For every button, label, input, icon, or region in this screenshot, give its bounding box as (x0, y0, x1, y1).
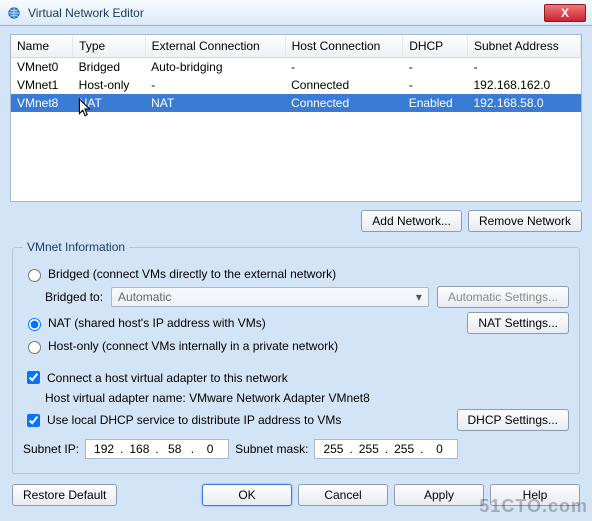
cancel-button[interactable]: Cancel (298, 484, 388, 506)
automatic-settings-button: Automatic Settings... (437, 286, 569, 308)
bridged-radio[interactable] (28, 269, 41, 282)
dhcp-settings-button[interactable]: DHCP Settings... (457, 409, 569, 431)
use-dhcp-checkbox[interactable] (27, 414, 40, 427)
close-button[interactable]: X (544, 4, 586, 22)
window-title: Virtual Network Editor (28, 6, 544, 20)
table-row[interactable]: VMnet1 Host-only - Connected - 192.168.1… (11, 76, 581, 94)
nat-label: NAT (shared host's IP address with VMs) (48, 316, 266, 330)
apply-button[interactable]: Apply (394, 484, 484, 506)
help-button[interactable]: Help (490, 484, 580, 506)
ok-button[interactable]: OK (202, 484, 292, 506)
title-bar: Virtual Network Editor X (0, 0, 592, 26)
col-dhcp[interactable]: DHCP (403, 35, 468, 58)
subnet-mask-field[interactable]: 255. 255. 255. 0 (314, 439, 458, 459)
col-type[interactable]: Type (73, 35, 145, 58)
host-adapter-name: Host virtual adapter name: VMware Networ… (45, 391, 370, 405)
network-table-wrap: Name Type External Connection Host Conne… (10, 34, 582, 202)
hostonly-radio[interactable] (28, 341, 41, 354)
vmnet-info-legend: VMnet Information (23, 240, 129, 254)
table-row[interactable]: VMnet0 Bridged Auto-bridging - - - (11, 58, 581, 77)
vmnet-info-group: VMnet Information Bridged (connect VMs d… (12, 240, 580, 474)
bridged-label: Bridged (connect VMs directly to the ext… (48, 267, 336, 281)
bridged-to-label: Bridged to: (45, 290, 103, 304)
connect-host-label: Connect a host virtual adapter to this n… (47, 371, 288, 385)
col-subnet[interactable]: Subnet Address (467, 35, 580, 58)
subnet-ip-label: Subnet IP: (23, 442, 79, 456)
hostonly-label: Host-only (connect VMs internally in a p… (48, 339, 338, 353)
add-network-button[interactable]: Add Network... (361, 210, 462, 232)
remove-network-button[interactable]: Remove Network (468, 210, 582, 232)
nat-settings-button[interactable]: NAT Settings... (467, 312, 569, 334)
network-table[interactable]: Name Type External Connection Host Conne… (11, 35, 581, 112)
col-host[interactable]: Host Connection (285, 35, 403, 58)
subnet-ip-field[interactable]: 192. 168. 58. 0 (85, 439, 229, 459)
connect-host-checkbox[interactable] (27, 371, 40, 384)
col-name[interactable]: Name (11, 35, 73, 58)
table-header-row: Name Type External Connection Host Conne… (11, 35, 581, 58)
subnet-mask-label: Subnet mask: (235, 442, 308, 456)
bridged-to-select[interactable]: Automatic ▾ (111, 287, 429, 307)
use-dhcp-label: Use local DHCP service to distribute IP … (47, 413, 341, 427)
restore-default-button[interactable]: Restore Default (12, 484, 117, 506)
content: Name Type External Connection Host Conne… (0, 26, 592, 512)
chevron-down-icon: ▾ (416, 290, 422, 304)
col-ext[interactable]: External Connection (145, 35, 285, 58)
table-row[interactable]: VMnet8 NAT NAT Connected Enabled 192.168… (11, 94, 581, 112)
nat-radio[interactable] (28, 318, 41, 331)
app-icon (6, 5, 22, 21)
